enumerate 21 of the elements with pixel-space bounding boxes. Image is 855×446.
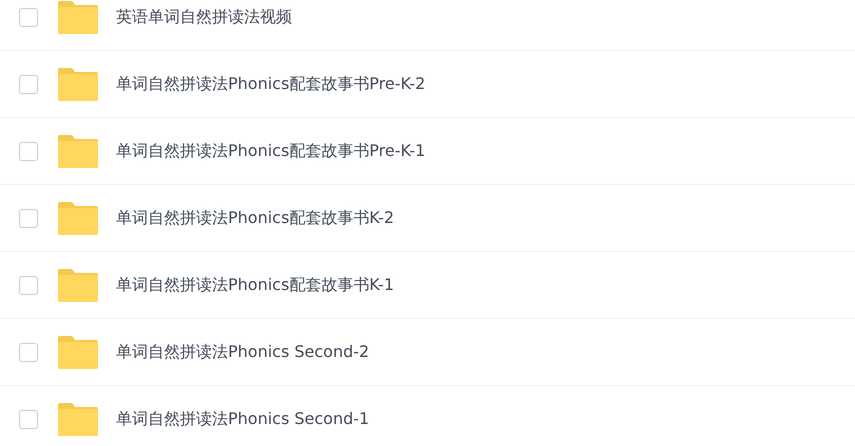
folder-name[interactable]: 单词自然拼读法Phonics Second-1 bbox=[116, 408, 370, 430]
folder-icon bbox=[58, 134, 98, 168]
checkbox[interactable] bbox=[19, 208, 38, 228]
checkbox[interactable] bbox=[19, 8, 38, 26]
folder-name[interactable]: 单词自然拼读法Phonics配套故事书Pre-K-1 bbox=[116, 140, 426, 162]
folder-name[interactable]: 单词自然拼读法Phonics配套故事书Pre-K-2 bbox=[116, 74, 426, 94]
checkbox[interactable] bbox=[19, 142, 38, 160]
checkbox[interactable] bbox=[19, 276, 38, 294]
checkbox[interactable] bbox=[19, 410, 38, 428]
folder-name[interactable]: 单词自然拼读法Phonics配套故事书K-1 bbox=[116, 274, 394, 296]
folder-icon bbox=[58, 202, 98, 234]
folder-name[interactable]: 单词自然拼读法Phonics配套故事书K-2 bbox=[116, 208, 394, 228]
checkbox[interactable] bbox=[19, 342, 38, 362]
folder-icon bbox=[58, 68, 98, 100]
folder-icon bbox=[58, 0, 98, 34]
folder-icon bbox=[58, 402, 98, 436]
folder-icon bbox=[58, 268, 98, 302]
folder-name[interactable]: 单词自然拼读法Phonics Second-2 bbox=[116, 342, 370, 362]
checkbox[interactable] bbox=[19, 74, 38, 94]
folder-icon bbox=[58, 336, 98, 368]
folder-name[interactable]: 英语单词自然拼读法视频 bbox=[116, 6, 292, 28]
